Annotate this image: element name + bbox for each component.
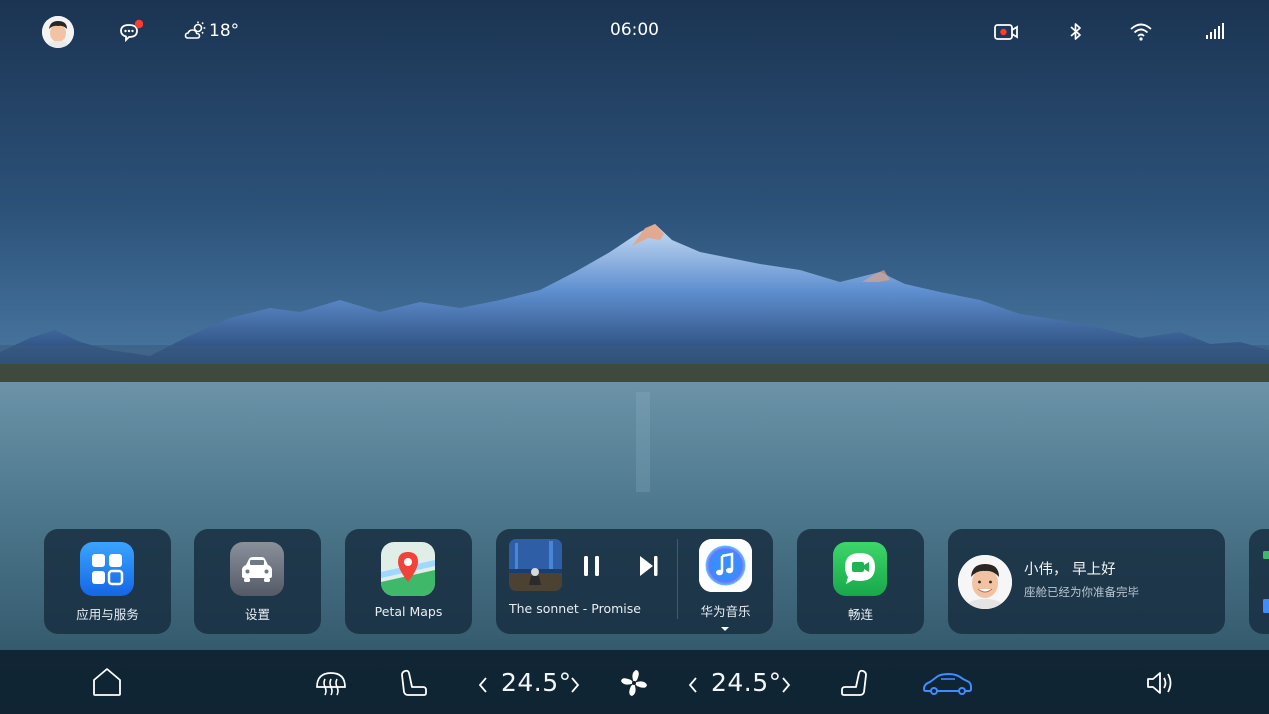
volume-icon <box>1147 672 1172 694</box>
apps-services-card[interactable]: 应用与服务 <box>44 529 171 634</box>
chevron-left-icon <box>688 677 697 693</box>
chevron-left-icon <box>478 677 487 693</box>
chevron-right-icon <box>782 677 791 693</box>
defrost-button[interactable] <box>314 667 348 699</box>
user-avatar[interactable] <box>42 16 74 48</box>
left-temp-decrease[interactable] <box>477 676 489 694</box>
apps-grid-icon <box>80 542 134 596</box>
left-temperature: 24.5° <box>501 668 572 697</box>
petal-maps-card[interactable]: Petal Maps <box>345 529 472 634</box>
home-button[interactable] <box>90 666 124 698</box>
car-icon <box>923 673 972 695</box>
right-temp-decrease[interactable] <box>687 676 699 694</box>
settings-card[interactable]: 设置 <box>194 529 321 634</box>
music-note-icon[interactable] <box>699 539 752 592</box>
chevron-right-icon <box>571 677 580 693</box>
weather-cloud-sun-icon <box>184 21 206 39</box>
right-temperature: 24.5° <box>711 668 782 697</box>
changlian-card[interactable]: 畅连 <box>797 529 924 634</box>
car-control-button[interactable] <box>921 667 973 699</box>
car-settings-icon <box>230 542 284 596</box>
fan-icon <box>621 670 647 696</box>
pause-icon <box>584 556 599 576</box>
greeting-avatar <box>958 555 1012 609</box>
right-temp-increase[interactable] <box>780 676 792 694</box>
record-icon[interactable] <box>993 20 1019 44</box>
album-art[interactable] <box>509 539 562 591</box>
wifi-icon[interactable] <box>1128 20 1154 44</box>
defrost-icon <box>316 672 346 696</box>
song-title: The sonnet - Promise <box>509 601 641 616</box>
settings-label: 设置 <box>244 607 270 622</box>
left-seat-button[interactable] <box>396 667 430 699</box>
seat-right-icon <box>841 669 867 696</box>
signal-icon <box>1202 20 1228 44</box>
right-seat-button[interactable] <box>838 667 872 699</box>
map-pin-icon <box>381 542 435 596</box>
greeting-card[interactable]: 小伟， 早上好 座舱已经为你准备完毕 <box>948 529 1225 634</box>
chevron-down-icon[interactable] <box>720 617 730 631</box>
partial-card[interactable] <box>1249 529 1269 634</box>
fan-button[interactable] <box>617 667 651 699</box>
music-divider <box>677 539 678 619</box>
seat-left-icon <box>401 669 427 696</box>
left-temp-increase[interactable] <box>569 676 581 694</box>
next-icon <box>640 556 658 576</box>
greeting-subtitle: 座舱已经为你准备完毕 <box>1024 585 1139 599</box>
changlian-label: 畅连 <box>847 607 873 622</box>
bluetooth-icon[interactable] <box>1063 20 1089 44</box>
message-icon[interactable] <box>117 19 144 45</box>
greeting-title: 小伟， 早上好 <box>1024 562 1116 578</box>
next-track-button[interactable] <box>637 553 661 579</box>
volume-button[interactable] <box>1144 667 1178 699</box>
petal-maps-label: Petal Maps <box>374 604 443 619</box>
music-player-card[interactable]: The sonnet - Promise 华为音乐 <box>496 529 773 634</box>
home-icon <box>93 668 121 696</box>
apps-services-label: 应用与服务 <box>76 607 139 622</box>
clock-time: 06:00 <box>610 20 659 40</box>
status-bar: 18° 06:00 <box>0 0 1269 64</box>
weather-widget[interactable]: 18° <box>184 20 239 42</box>
weather-temperature: 18° <box>209 21 240 41</box>
video-call-icon <box>833 542 887 596</box>
pause-button[interactable] <box>580 553 604 579</box>
